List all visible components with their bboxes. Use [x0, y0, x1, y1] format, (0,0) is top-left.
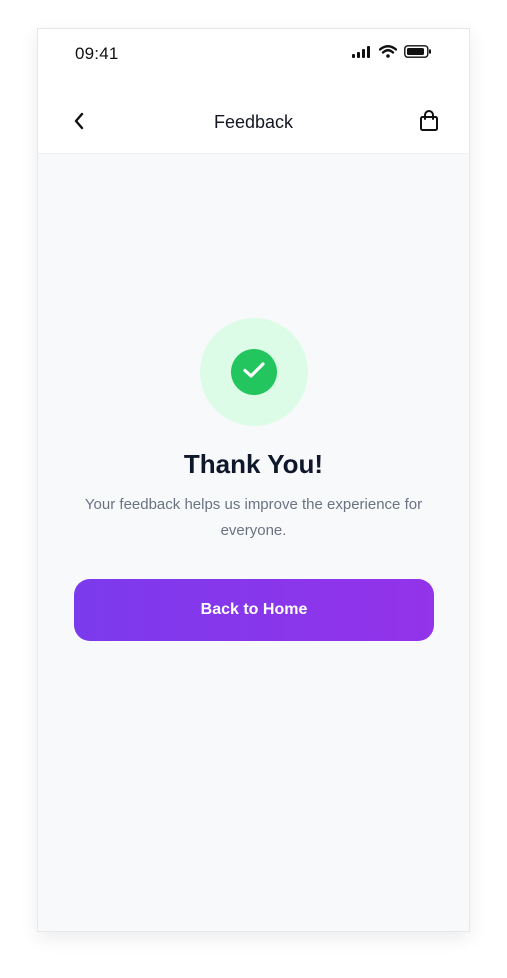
success-check-circle: [231, 349, 277, 395]
shopping-bag-icon: [419, 109, 439, 137]
status-icons: [352, 45, 432, 63]
bag-button[interactable]: [417, 109, 441, 137]
page-title: Feedback: [213, 112, 294, 132]
wifi-icon: [378, 45, 398, 63]
battery-icon: [404, 45, 432, 63]
check-icon: [242, 361, 266, 384]
back-to-home-button[interactable]: Back to Home: [74, 579, 434, 641]
thank-you-heading: Thank You!: [183, 449, 324, 479]
top-bar: 09:41 Feedback: [38, 29, 469, 154]
nav-bar: Feedback: [38, 105, 469, 141]
success-badge: [200, 318, 308, 426]
status-time: 09:41: [75, 44, 119, 63]
thank-you-message: Your feedback helps us improve the exper…: [84, 496, 423, 539]
phone-screen: 09:41 Feedback Thank You! Your feedback …: [37, 28, 470, 932]
signal-icon: [352, 45, 372, 63]
